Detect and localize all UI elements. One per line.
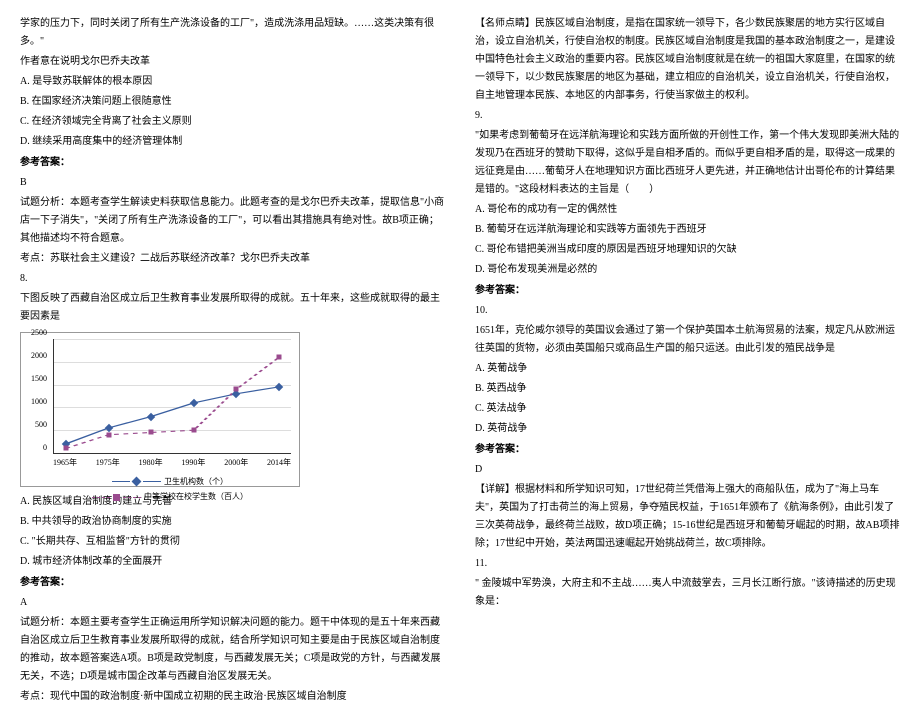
chart-legend: 卫生机构数（个） 中等学校在校学生数（百人）: [45, 473, 295, 504]
x-tick: 2014年: [267, 456, 291, 470]
x-tick: 1965年: [53, 456, 77, 470]
q10-option-b: B. 英西战争: [475, 380, 900, 398]
x-tick: 1980年: [139, 456, 163, 470]
chart: 2500 2000 1500 1000 500 0: [20, 332, 300, 487]
q7-kaodian: 考点：苏联社会主义建设？二战后苏联经济改革？戈尔巴乔夫改革: [20, 250, 445, 268]
q7-option-b: B. 在国家经济决策问题上很随意性: [20, 93, 445, 111]
chart-x-labels: 1965年 1975年 1980年 1990年 2000年 2014年: [53, 456, 291, 470]
left-column: 学家的压力下，同时关闭了所有生产洗涤设备的工厂"，造成洗涤用品短缺。……这类决策…: [20, 15, 445, 708]
q10-option-c: C. 英法战争: [475, 400, 900, 418]
q9-option-b: B. 葡萄牙在远洋航海理论和实践等方面领先于西班牙: [475, 221, 900, 239]
q8-answer-label: 参考答案：: [20, 574, 445, 592]
chart-plot: [53, 339, 291, 454]
y-tick: 500: [35, 418, 47, 432]
q7-option-c: C. 在经济领域完全背离了社会主义原则: [20, 113, 445, 131]
q8-kaodian: 考点：现代中国的政治制度·新中国成立初期的民主政治·民族区域自治制度: [20, 688, 445, 706]
q9-option-c: C. 哥伦布错把美洲当成印度的原因是西班牙地理知识的欠缺: [475, 241, 900, 259]
x-tick: 2000年: [224, 456, 248, 470]
q9-answer-label: 参考答案：: [475, 282, 900, 300]
y-tick: 1000: [31, 395, 47, 409]
q11-text: " 金陵城中军势涣，大府主和不主战……夷人中流鼓掌去，三月长江断行旅。"该诗描述…: [475, 575, 900, 611]
q10-number: 10.: [475, 302, 900, 320]
y-tick: 2000: [31, 349, 47, 363]
chart-point-icon: [234, 387, 239, 392]
q10-answer: D: [475, 461, 900, 479]
q9-number: 9.: [475, 107, 900, 125]
q8-option-c: C. "长期共存、互相监督"方针的贯彻: [20, 533, 445, 551]
chart-point-icon: [277, 355, 282, 360]
q8-text: 下图反映了西藏自治区成立后卫生教育事业发展所取得的成就。五十年来，这些成就取得的…: [20, 290, 445, 326]
q8-analysis: 试题分析：本题主要考查学生正确运用所学知识解决问题的能力。题干中体现的是五十年来…: [20, 614, 445, 686]
q7-answer-label: 参考答案：: [20, 154, 445, 172]
q7-answer: B: [20, 174, 445, 192]
q8-option-d: D. 城市经济体制改革的全面展开: [20, 553, 445, 571]
legend-item-1: 卫生机构数（个）: [112, 475, 228, 489]
q10-option-d: D. 英荷战争: [475, 420, 900, 438]
diamond-icon: [132, 477, 142, 487]
legend-item-2: 中等学校在校学生数（百人）: [92, 490, 248, 504]
q9-option-a: A. 哥伦布的成功有一定的偶然性: [475, 201, 900, 219]
mingshi-note: 【名师点睛】民族区域自治制度，是指在国家统一领导下，各少数民族聚居的地方实行区域…: [475, 15, 900, 105]
chart-line-series-2: [54, 339, 291, 453]
x-tick: 1990年: [181, 456, 205, 470]
chart-point-icon: [106, 432, 111, 437]
q7-intro-1: 学家的压力下，同时关闭了所有生产洗涤设备的工厂"，造成洗涤用品短缺。……这类决策…: [20, 15, 445, 51]
q7-option-a: A. 是导致苏联解体的根本原因: [20, 73, 445, 91]
q10-option-a: A. 英葡战争: [475, 360, 900, 378]
chart-point-icon: [63, 446, 68, 451]
y-tick: 1500: [31, 372, 47, 386]
q10-detail: 【详解】根据材料和所学知识可知，17世纪荷兰凭借海上强大的商船队伍，成为了"海上…: [475, 481, 900, 553]
square-icon: [113, 494, 120, 501]
q9-text: "如果考虑到葡萄牙在远洋航海理论和实践方面所做的开创性工作，第一个伟大发现即美洲…: [475, 127, 900, 199]
q7-intro-2: 作者意在说明戈尔巴乔夫改革: [20, 53, 445, 71]
q10-text: 1651年，克伦威尔领导的英国议会通过了第一个保护英国本土航海贸易的法案，规定凡…: [475, 322, 900, 358]
y-tick: 0: [43, 441, 47, 455]
chart-y-axis: 2500 2000 1500 1000 500 0: [21, 333, 47, 448]
q8-answer: A: [20, 594, 445, 612]
q7-analysis: 试题分析：本题考查学生解读史料获取信息能力。此题考查的是戈尔巴乔夫改革，提取信息…: [20, 194, 445, 248]
q10-answer-label: 参考答案：: [475, 441, 900, 459]
q8-option-b: B. 中共领导的政治协商制度的实施: [20, 513, 445, 531]
q7-option-d: D. 继续采用高度集中的经济管理体制: [20, 133, 445, 151]
x-tick: 1975年: [96, 456, 120, 470]
q8-number: 8.: [20, 270, 445, 288]
right-column: 【名师点睛】民族区域自治制度，是指在国家统一领导下，各少数民族聚居的地方实行区域…: [475, 15, 900, 708]
q11-number: 11.: [475, 555, 900, 573]
legend-label: 中等学校在校学生数（百人）: [144, 490, 248, 504]
chart-point-icon: [191, 428, 196, 433]
y-tick: 2500: [31, 326, 47, 340]
chart-point-icon: [149, 430, 154, 435]
legend-label: 卫生机构数（个）: [164, 475, 228, 489]
q9-option-d: D. 哥伦布发现美洲是必然的: [475, 261, 900, 279]
